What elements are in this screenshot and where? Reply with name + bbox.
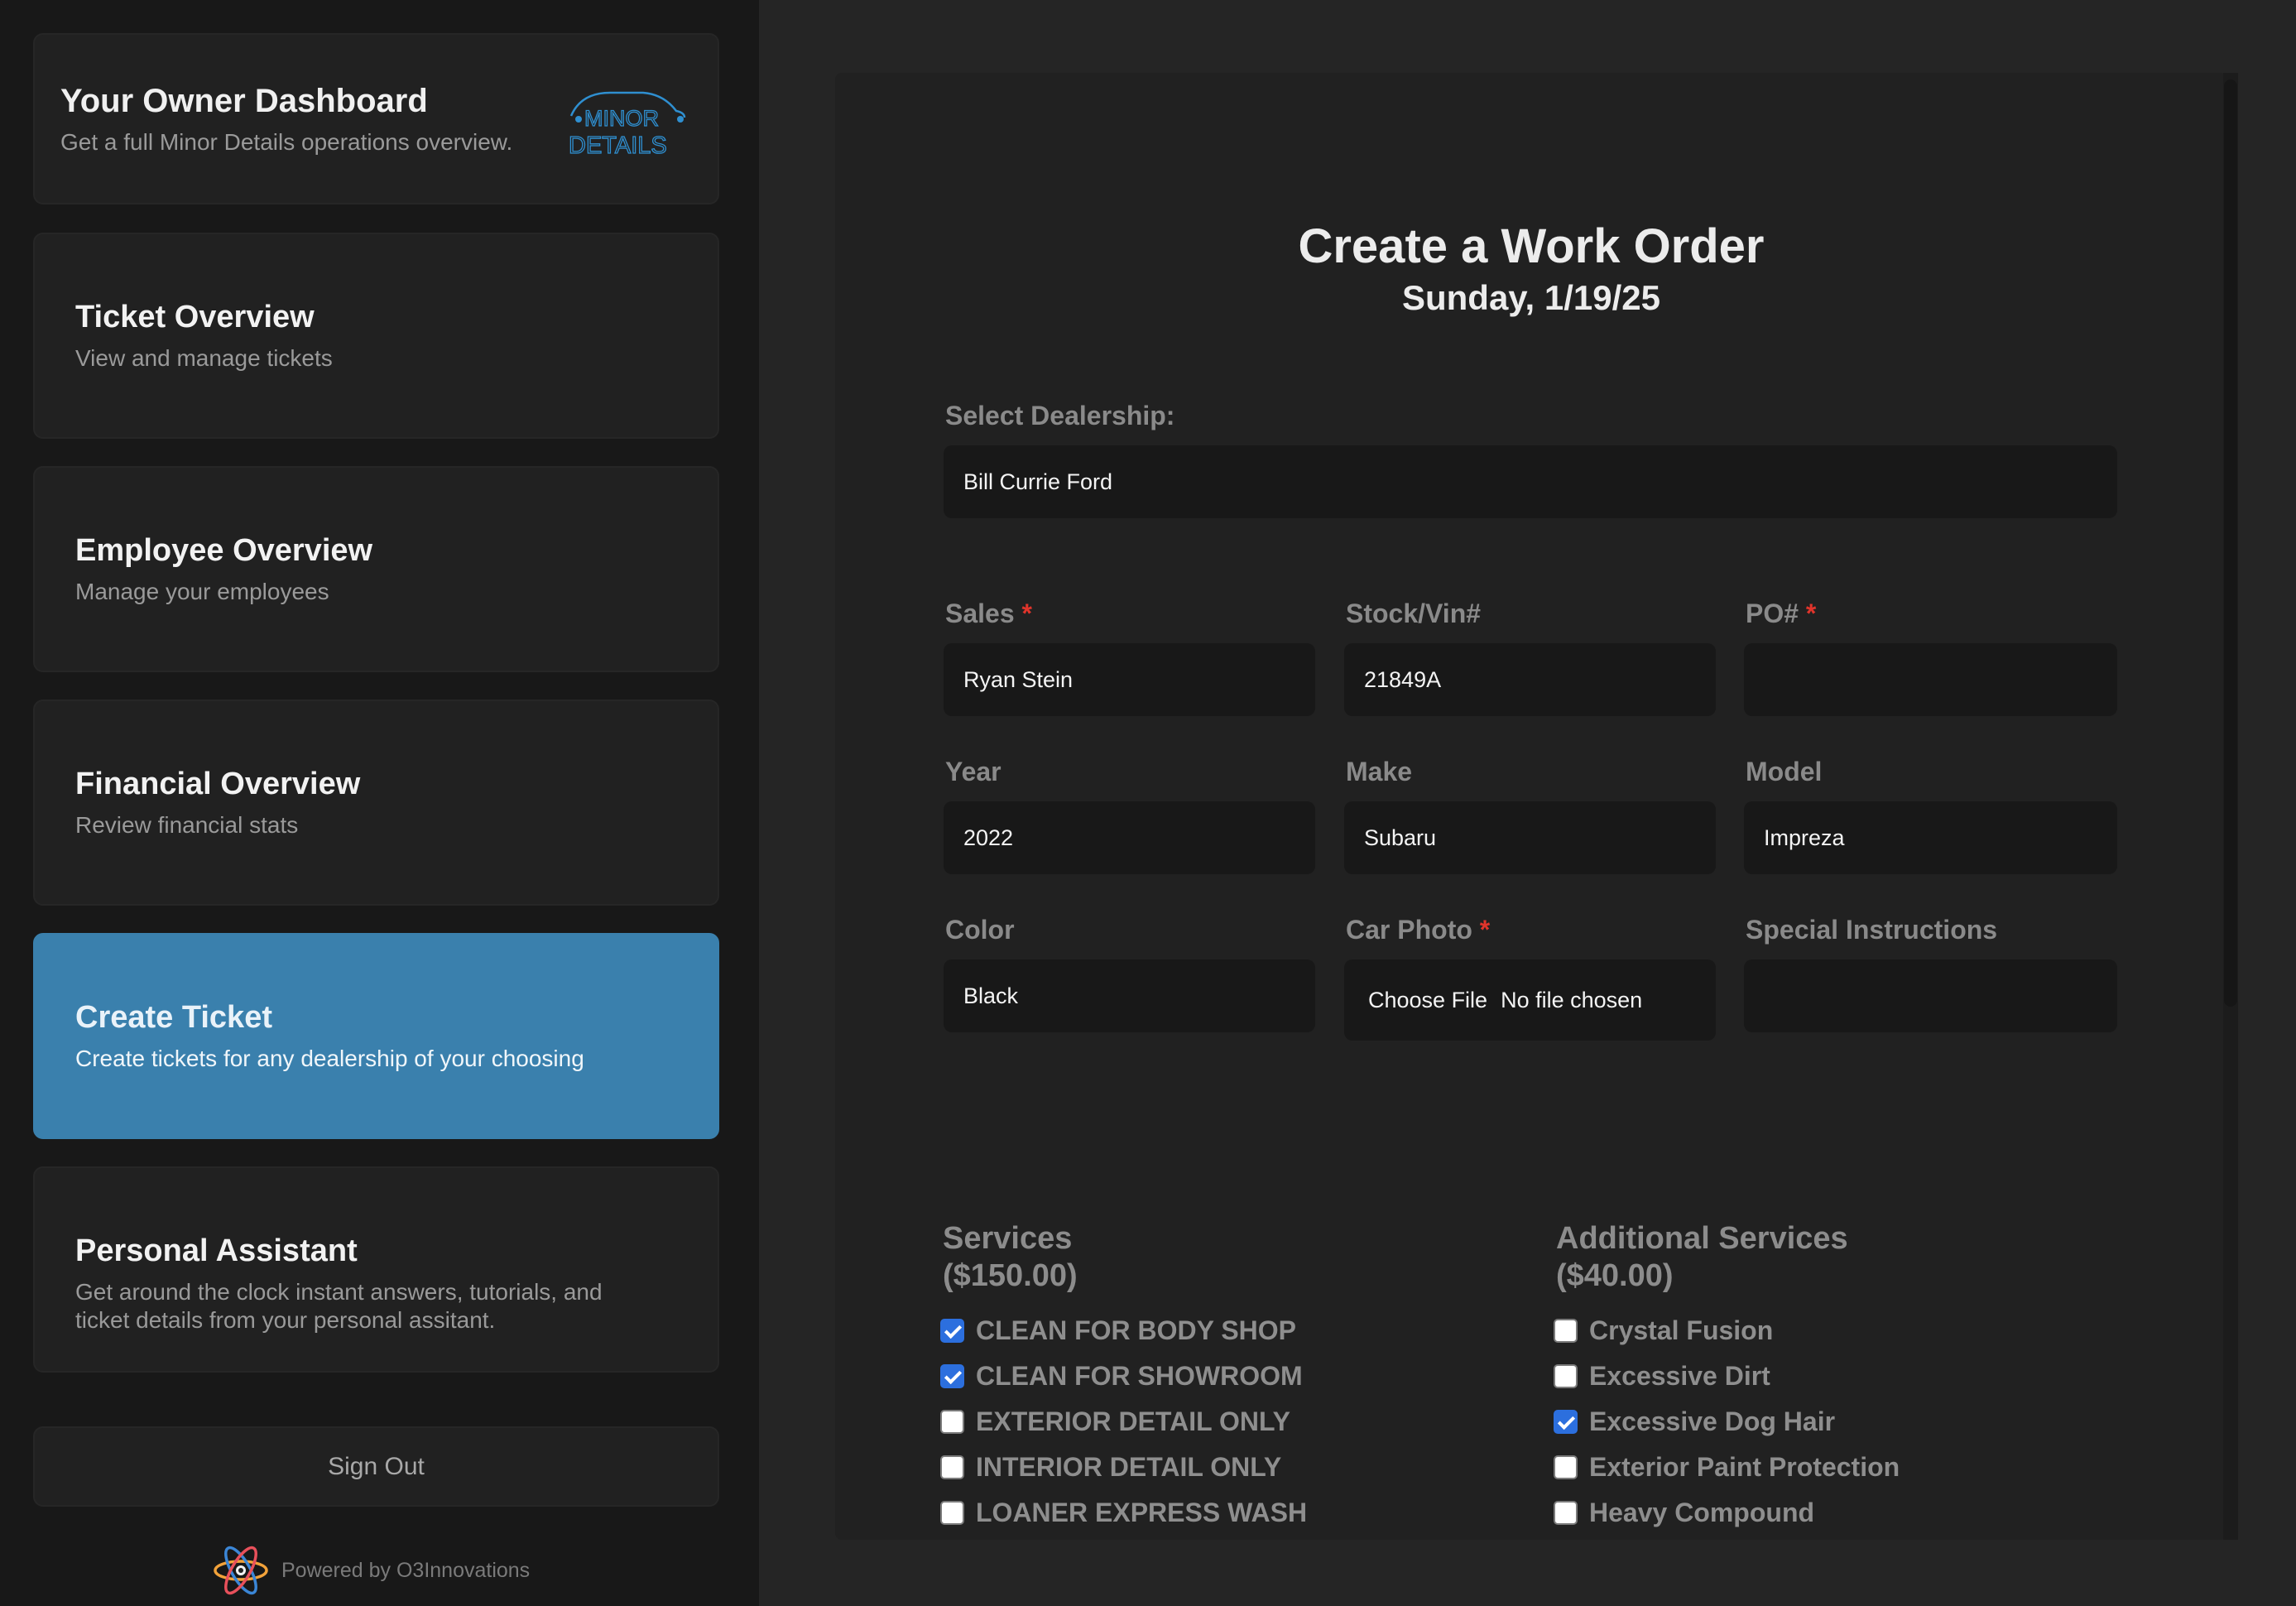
- sign-out-button[interactable]: Sign Out: [33, 1426, 719, 1507]
- nav-title: Personal Assistant: [75, 1233, 358, 1268]
- dashboard-title: Your Owner Dashboard: [60, 83, 428, 119]
- services-title: Services ($150.00): [943, 1220, 1078, 1295]
- service-label: INTERIOR DETAIL ONLY: [976, 1451, 1282, 1482]
- model-label: Model: [1746, 757, 1823, 786]
- checkbox-unchecked[interactable]: [940, 1455, 964, 1479]
- checkbox-unchecked[interactable]: [1554, 1455, 1578, 1479]
- checkbox-unchecked[interactable]: [1554, 1500, 1578, 1525]
- nav-title: Ticket Overview: [75, 300, 315, 334]
- required-marker: *: [1805, 599, 1817, 628]
- service-checkbox-row[interactable]: CLEAN FOR BODY SHOP: [940, 1312, 1296, 1349]
- car-photo-label: Car Photo *: [1346, 915, 1490, 945]
- po-input[interactable]: [1744, 643, 2117, 716]
- special-instructions-label: Special Instructions: [1746, 915, 1998, 945]
- car-photo-label-text: Car Photo: [1346, 915, 1472, 945]
- color-label: Color: [945, 915, 1015, 945]
- service-label: Exterior Paint Protection: [1589, 1451, 1900, 1482]
- year-label: Year: [945, 757, 1001, 786]
- nav-title: Financial Overview: [75, 767, 361, 801]
- services-price: ($150.00): [943, 1258, 1078, 1293]
- sales-label-text: Sales: [945, 599, 1015, 628]
- service-label: LOANER EXPRESS WASH: [976, 1497, 1308, 1527]
- service-checkbox-row[interactable]: LOANER EXPRESS WASH: [940, 1494, 1307, 1531]
- additional-services-title: Additional Services ($40.00): [1556, 1220, 1848, 1295]
- color-input[interactable]: Black: [944, 959, 1315, 1032]
- choose-file-button[interactable]: Choose File: [1368, 988, 1487, 1013]
- po-label-text: PO#: [1746, 599, 1799, 628]
- make-input[interactable]: Subaru: [1344, 801, 1716, 874]
- nav-employee-overview[interactable]: Employee Overview Manage your employees: [33, 466, 719, 672]
- form-date: Sunday, 1/19/25: [1401, 278, 1661, 317]
- dealership-select[interactable]: Bill Currie Ford: [944, 445, 2117, 518]
- sidebar: Your Owner Dashboard Get a full Minor De…: [0, 0, 759, 1606]
- checkbox-unchecked[interactable]: [940, 1500, 964, 1525]
- stock-vin-input[interactable]: 21849A: [1344, 643, 1716, 716]
- service-label: CLEAN FOR BODY SHOP: [976, 1315, 1296, 1345]
- nav-title: Employee Overview: [75, 533, 373, 568]
- sales-label: Sales *: [945, 599, 1032, 629]
- nav-subtitle: View and manage tickets: [75, 345, 333, 371]
- service-checkbox-row[interactable]: INTERIOR DETAIL ONLY: [940, 1449, 1281, 1485]
- additional-services-title-text: Additional Services: [1556, 1221, 1848, 1256]
- service-label: CLEAN FOR SHOWROOM: [976, 1360, 1303, 1391]
- checkbox-checked[interactable]: [940, 1318, 964, 1343]
- service-label: EXTERIOR DETAIL ONLY: [976, 1406, 1290, 1436]
- car-photo-file-input[interactable]: Choose File No file chosen: [1344, 959, 1716, 1041]
- service-label: Excessive Dog Hair: [1589, 1406, 1836, 1436]
- make-label: Make: [1346, 757, 1413, 786]
- model-input[interactable]: Impreza: [1744, 801, 2117, 874]
- required-marker: *: [1021, 599, 1032, 628]
- nav-ticket-overview[interactable]: Ticket Overview View and manage tickets: [33, 233, 719, 439]
- nav-title: Create Ticket: [75, 1000, 272, 1035]
- scrollbar-thumb[interactable]: [2224, 79, 2237, 1007]
- service-checkbox-row[interactable]: EXTERIOR DETAIL ONLY: [940, 1403, 1290, 1440]
- nav-subtitle: Get around the clock instant answers, tu…: [75, 1279, 603, 1333]
- nav-create-ticket[interactable]: Create Ticket Create tickets for any dea…: [33, 933, 719, 1139]
- nav-personal-assistant[interactable]: Personal Assistant Get around the clock …: [33, 1166, 719, 1373]
- service-checkbox-row[interactable]: Crystal Fusion: [1554, 1312, 1773, 1349]
- checkbox-unchecked[interactable]: [1554, 1318, 1578, 1343]
- po-label: PO# *: [1746, 599, 1816, 629]
- additional-services-price: ($40.00): [1556, 1258, 1674, 1293]
- service-label: Crystal Fusion: [1589, 1315, 1774, 1345]
- dealership-label: Select Dealership:: [945, 401, 1175, 430]
- stock-label: Stock/Vin#: [1346, 599, 1482, 628]
- file-status: No file chosen: [1501, 987, 1643, 1012]
- year-input[interactable]: 2022: [944, 801, 1315, 874]
- powered-by-text: Powered by O3Innovations: [281, 1558, 531, 1582]
- dashboard-subtitle: Get a full Minor Details operations over…: [60, 129, 513, 155]
- service-checkbox-row[interactable]: CLEAN FOR SHOWROOM: [940, 1358, 1303, 1394]
- nav-financial-overview[interactable]: Financial Overview Review financial stat…: [33, 700, 719, 906]
- logo-line1: MINOR: [584, 106, 659, 131]
- dashboard-header-card: Your Owner Dashboard Get a full Minor De…: [33, 33, 719, 204]
- service-label: Heavy Compound: [1589, 1497, 1815, 1527]
- service-checkbox-row[interactable]: Excessive Dirt: [1554, 1358, 1770, 1394]
- nav-subtitle: Review financial stats: [75, 812, 299, 838]
- logo-line2: DETAILS: [569, 132, 667, 159]
- special-instructions-input[interactable]: [1744, 959, 2117, 1032]
- nav-subtitle: Create tickets for any dealership of you…: [75, 1046, 584, 1071]
- checkbox-unchecked[interactable]: [1554, 1363, 1578, 1388]
- minor-details-logo: MINOR DETAILS: [568, 91, 686, 159]
- checkbox-checked[interactable]: [1554, 1409, 1578, 1434]
- sales-input[interactable]: Ryan Stein: [944, 643, 1315, 716]
- powered-by: Powered by O3Innovations: [212, 1541, 530, 1599]
- required-marker: *: [1479, 915, 1491, 945]
- form-title: Create a Work Order: [1298, 219, 1765, 273]
- service-label: Excessive Dirt: [1589, 1360, 1770, 1391]
- service-checkbox-row[interactable]: Heavy Compound: [1554, 1494, 1814, 1531]
- nav-subtitle: Manage your employees: [75, 579, 329, 604]
- work-order-form: Create a Work Order Sunday, 1/19/25 Sele…: [835, 73, 2227, 1540]
- checkbox-unchecked[interactable]: [940, 1409, 964, 1434]
- checkbox-checked[interactable]: [940, 1363, 964, 1388]
- atom-icon: [214, 1546, 268, 1595]
- service-checkbox-row[interactable]: Excessive Dog Hair: [1554, 1403, 1835, 1440]
- services-title-text: Services: [943, 1221, 1073, 1256]
- service-checkbox-row[interactable]: Exterior Paint Protection: [1554, 1449, 1900, 1485]
